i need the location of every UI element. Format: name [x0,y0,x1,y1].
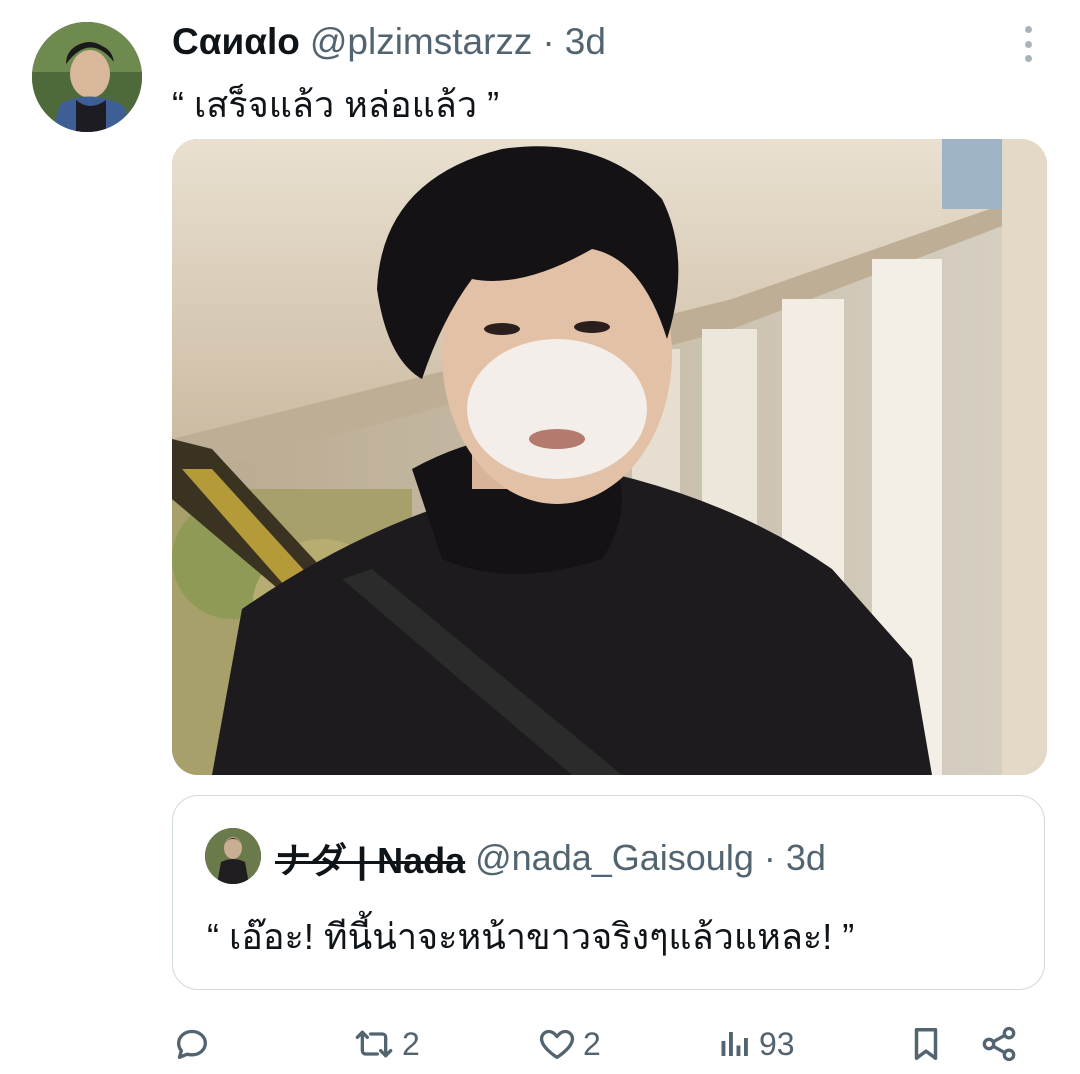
quoted-author-display-name[interactable]: ナダ | Nada [275,832,465,884]
tweet-media-image[interactable] [172,139,1047,775]
tweet-text: “ เสร็จแล้ว หล่อแล้ว ” [172,84,500,125]
retweet-count: 2 [402,1025,420,1062]
author-display-name[interactable]: Cαиαlo [172,21,300,63]
share-icon [979,1024,1019,1064]
quoted-tweet-timestamp[interactable]: 3d [786,837,826,879]
tweet-header: Cαиαlo @plzimstarzz · 3d [172,18,1000,66]
heart-icon [537,1024,577,1064]
tweet-timestamp[interactable]: 3d [565,21,606,63]
tweet-action-bar: 2 2 93 [172,1018,1042,1070]
more-vertical-icon[interactable] [1016,26,1040,62]
quoted-separator-dot: · [763,837,776,878]
share-button[interactable] [979,1024,1029,1064]
author-handle[interactable]: @plzimstarzz [310,21,533,63]
quoted-tweet-text: “ เอ๊อะ! ทีนี้น่าจะหน้าขาวจริงๆแล้วแหละ!… [207,916,855,957]
like-count: 2 [583,1025,601,1062]
quoted-tweet-card[interactable]: ナダ | Nada @nada_Gaisoulg · 3d “ เอ๊อะ! ท… [172,795,1045,990]
quoted-author-avatar[interactable] [205,828,261,884]
reply-icon [172,1024,212,1064]
quoted-tweet-header: ナダ | Nada @nada_Gaisoulg · 3d [275,832,826,884]
retweet-button[interactable]: 2 [352,1024,537,1064]
bookmark-icon [907,1023,945,1065]
views-count: 93 [759,1025,795,1062]
views-icon [717,1024,753,1064]
reply-button[interactable] [172,1024,352,1064]
retweet-icon [352,1024,396,1064]
bookmark-button[interactable] [907,1023,979,1065]
quoted-author-handle[interactable]: @nada_Gaisoulg [475,837,754,879]
views-button[interactable]: 93 [717,1024,907,1064]
separator-dot: · [542,21,555,62]
like-button[interactable]: 2 [537,1024,717,1064]
author-avatar[interactable] [32,22,142,132]
